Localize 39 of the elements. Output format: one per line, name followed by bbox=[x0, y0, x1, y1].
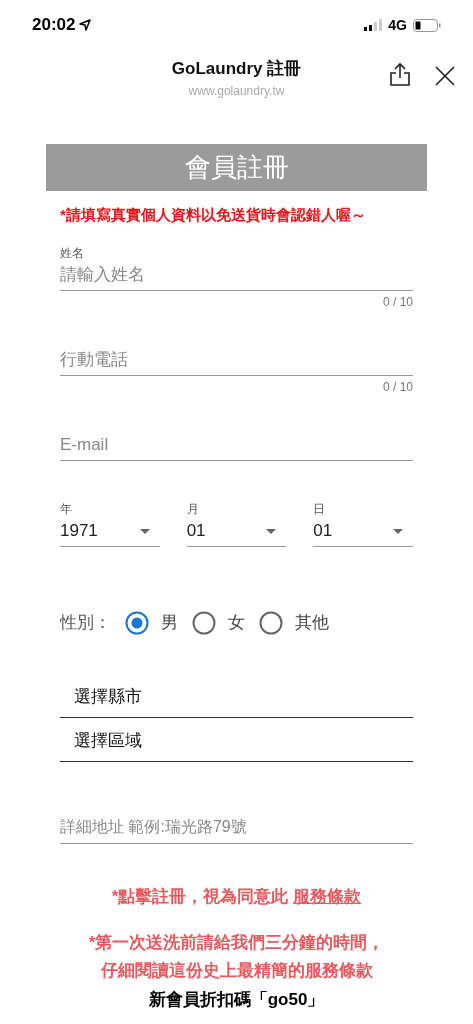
radio-icon bbox=[259, 610, 283, 635]
share-icon[interactable] bbox=[389, 62, 411, 87]
promo-code-text: 新會員折扣碼「go50」 bbox=[147, 989, 326, 1011]
dropdown-field[interactable]: 選擇縣市 bbox=[60, 681, 413, 718]
network-label: 4G bbox=[388, 15, 407, 35]
terms-text: *點擊註冊，視為同意此 服務條款 bbox=[110, 885, 363, 908]
dropdown-field[interactable]: 1971 bbox=[60, 516, 160, 547]
field-label: 年 bbox=[60, 500, 73, 517]
signal-icon bbox=[364, 19, 383, 31]
field-label: 日 bbox=[313, 500, 327, 517]
radio-icon bbox=[125, 610, 149, 635]
character-counter: 0 / 10 bbox=[382, 294, 413, 309]
radio-icon bbox=[192, 610, 216, 635]
input-field[interactable]: 行動電話 bbox=[60, 345, 413, 376]
status-time: 20:02 bbox=[32, 14, 76, 37]
location-arrow-icon bbox=[79, 19, 92, 31]
input-field[interactable]: E-mail bbox=[60, 430, 413, 461]
dropdown-field[interactable]: 01 bbox=[186, 516, 287, 547]
input-field[interactable]: 請輸入姓名 bbox=[60, 260, 413, 291]
battery-icon bbox=[413, 18, 441, 32]
caret-icon bbox=[266, 528, 277, 534]
close-icon[interactable] bbox=[435, 66, 455, 86]
character-counter: 0 / 10 bbox=[382, 379, 413, 394]
page-title: GoLaundry 註冊 bbox=[171, 58, 302, 81]
dropdown-field[interactable]: 選擇區域 bbox=[60, 725, 413, 762]
caret-icon bbox=[393, 528, 403, 534]
input-field[interactable]: 詳細地址 範例:瑞光路79號 bbox=[60, 811, 413, 844]
form-title-banner: 會員註冊 bbox=[46, 144, 427, 191]
gender-label: 性別： bbox=[60, 611, 111, 634]
warning-text: *請填寫真實個人資料以免送貨時會認錯人喔～ bbox=[59, 205, 367, 225]
radio-option[interactable]: 其他 bbox=[259, 609, 329, 636]
caret-icon bbox=[139, 528, 150, 534]
field-label: 月 bbox=[186, 500, 200, 517]
notice-text: *第一次送洗前請給我們三分鐘的時間，仔細閱讀這份史上最精簡的服務條款 bbox=[87, 932, 386, 982]
dropdown-field[interactable]: 01 bbox=[313, 516, 413, 547]
radio-option[interactable]: 女 bbox=[192, 609, 245, 636]
radio-option[interactable]: 男 bbox=[125, 609, 178, 636]
page-url: www.golaundry.tw bbox=[188, 82, 285, 100]
field-label: 姓名 bbox=[60, 244, 85, 261]
